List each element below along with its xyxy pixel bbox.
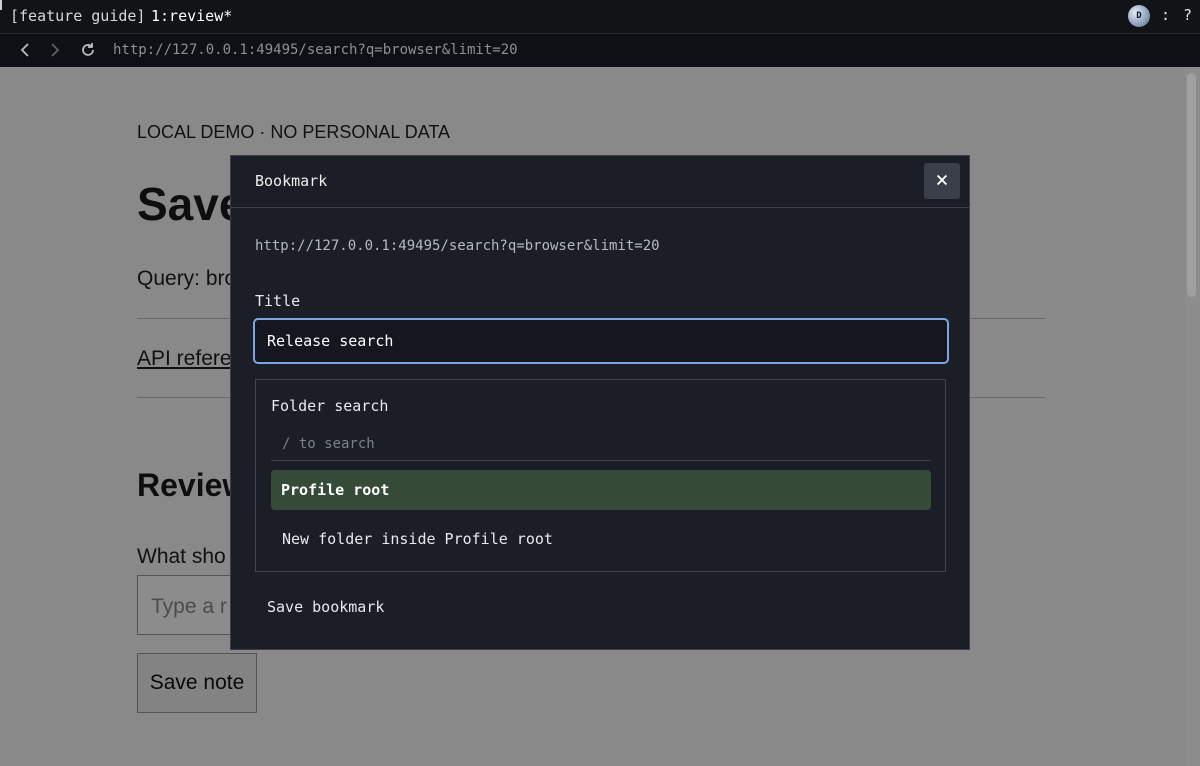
bookmark-url: http://127.0.0.1:49495/search?q=browser&… [255, 238, 660, 254]
browser-toolbar: http://127.0.0.1:49495/search?q=browser&… [0, 33, 1200, 69]
bookmark-dialog: Bookmark × http://127.0.0.1:49495/search… [230, 155, 970, 650]
title-input[interactable] [253, 318, 949, 364]
close-icon: × [935, 168, 949, 193]
help-button[interactable]: ? [1183, 6, 1192, 24]
active-window-tab[interactable]: 1:review* [151, 7, 232, 25]
avatar-letter: D [1136, 11, 1142, 21]
title-label: Title [255, 292, 301, 310]
terminal-tab-bar: [feature guide] 1:review* D : ? [0, 0, 1200, 33]
close-button[interactable]: × [924, 163, 960, 199]
more-menu[interactable]: : [1161, 6, 1170, 24]
session-label[interactable]: [feature guide] [10, 7, 145, 25]
avatar[interactable]: D [1128, 5, 1150, 27]
folder-option-new-folder[interactable]: New folder inside Profile root [282, 530, 553, 548]
folder-search-input[interactable] [271, 427, 931, 461]
folder-option-profile-root[interactable]: Profile root [271, 470, 931, 510]
save-bookmark-button[interactable]: Save bookmark [267, 598, 384, 616]
terminal-cursor-mark [0, 0, 2, 10]
folder-picker: Folder search Profile root New folder in… [255, 379, 946, 572]
back-icon[interactable] [18, 39, 32, 66]
folder-search-label: Folder search [271, 397, 389, 415]
dialog-title: Bookmark [255, 172, 328, 190]
dialog-header: Bookmark × [231, 156, 969, 208]
address-bar[interactable]: http://127.0.0.1:49495/search?q=browser&… [113, 42, 518, 58]
reload-icon[interactable] [79, 39, 97, 66]
scrollbar-thumb[interactable] [1187, 73, 1196, 297]
forward-icon[interactable] [48, 39, 62, 66]
